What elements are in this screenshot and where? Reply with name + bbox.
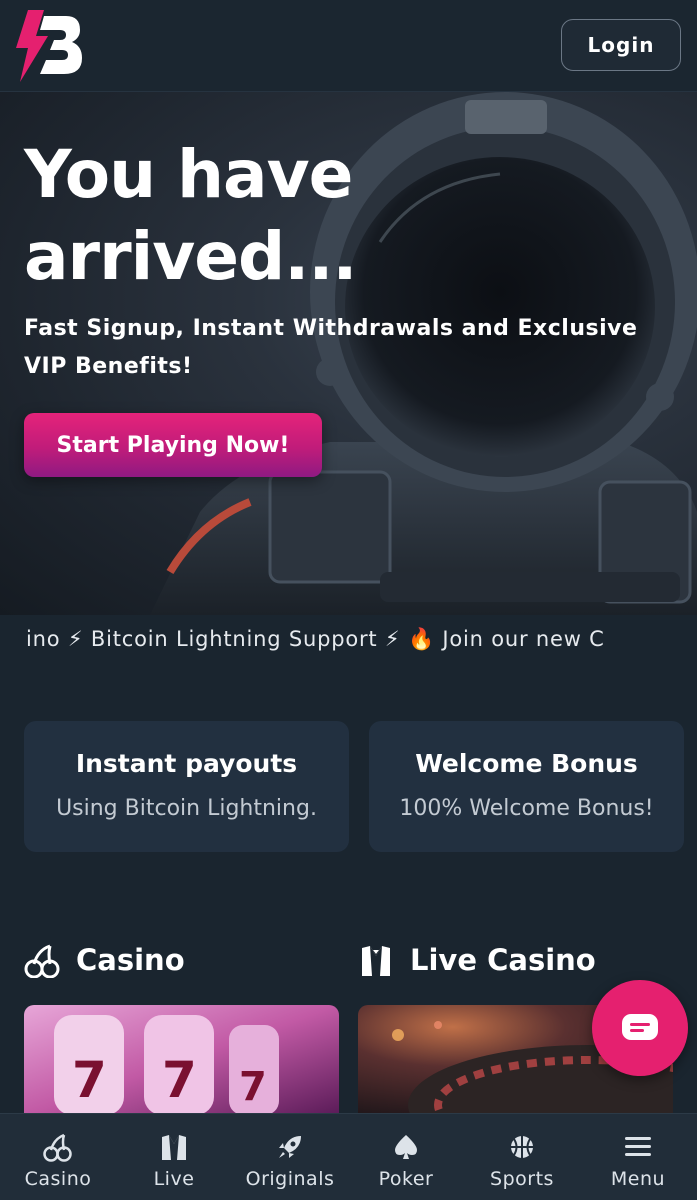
nav-originals[interactable]: Originals: [232, 1114, 348, 1200]
nav-label: Poker: [378, 1168, 434, 1190]
nav-sports[interactable]: Sports: [464, 1114, 580, 1200]
nav-label: Originals: [245, 1168, 335, 1190]
slot-reels-image: 7 7 7: [24, 1005, 339, 1115]
card-title: Welcome Bonus: [415, 749, 638, 778]
rocket-icon: [279, 1136, 301, 1158]
hero-subtitle: Fast Signup, Instant Withdrawals and Exc…: [24, 316, 638, 379]
welcome-bonus-card: Welcome Bonus 100% Welcome Bonus!: [369, 721, 684, 852]
cherries-icon: [43, 1133, 72, 1162]
svg-text:7: 7: [72, 1051, 107, 1109]
card-subtitle: 100% Welcome Bonus!: [399, 796, 654, 821]
instant-payouts-card: Instant payouts Using Bitcoin Lightning.: [24, 721, 349, 852]
svg-text:7: 7: [162, 1051, 197, 1109]
svg-text:7: 7: [239, 1064, 267, 1110]
casino-section-heading[interactable]: Casino: [24, 938, 185, 982]
card-title: Instant payouts: [75, 749, 298, 778]
basketball-icon: [511, 1136, 533, 1158]
nav-label: Sports: [490, 1168, 554, 1190]
tuxedo-icon: [162, 1135, 186, 1160]
nav-label: Menu: [610, 1168, 666, 1190]
section-title: Live Casino: [410, 943, 596, 977]
nav-poker[interactable]: Poker: [348, 1114, 464, 1200]
hero-title: You have arrived...: [24, 136, 358, 295]
chat-icon: [622, 1014, 658, 1040]
casino-thumbnail[interactable]: 7 7 7: [24, 1005, 339, 1115]
top-header: Login: [0, 0, 697, 92]
chat-button[interactable]: [592, 980, 688, 1076]
announcement-ticker: ino ⚡ Bitcoin Lightning Support ⚡ 🔥 Join…: [0, 615, 697, 667]
section-title: Casino: [76, 943, 185, 977]
bolt-b-logo[interactable]: [14, 10, 84, 82]
live-casino-section-heading[interactable]: Live Casino: [358, 938, 596, 982]
hero-banner: You have arrived... Fast Signup, Instant…: [0, 92, 697, 615]
card-subtitle: Using Bitcoin Lightning.: [56, 796, 317, 821]
tuxedo-icon: [362, 946, 390, 976]
nav-live[interactable]: Live: [116, 1114, 232, 1200]
start-playing-button[interactable]: Start Playing Now!: [24, 413, 322, 477]
cherries-icon: [24, 944, 60, 978]
ticker-text: ino ⚡ Bitcoin Lightning Support ⚡ 🔥 Join…: [26, 627, 605, 651]
nav-menu[interactable]: Menu: [580, 1114, 696, 1200]
nav-label: Casino: [24, 1168, 92, 1190]
bottom-nav: Casino Live Originals Poker Sports Menu: [0, 1113, 697, 1200]
nav-casino[interactable]: Casino: [0, 1114, 116, 1200]
login-button[interactable]: Login: [561, 19, 681, 71]
spade-icon: [395, 1135, 417, 1159]
hamburger-icon: [625, 1137, 651, 1156]
nav-label: Live: [153, 1168, 195, 1190]
